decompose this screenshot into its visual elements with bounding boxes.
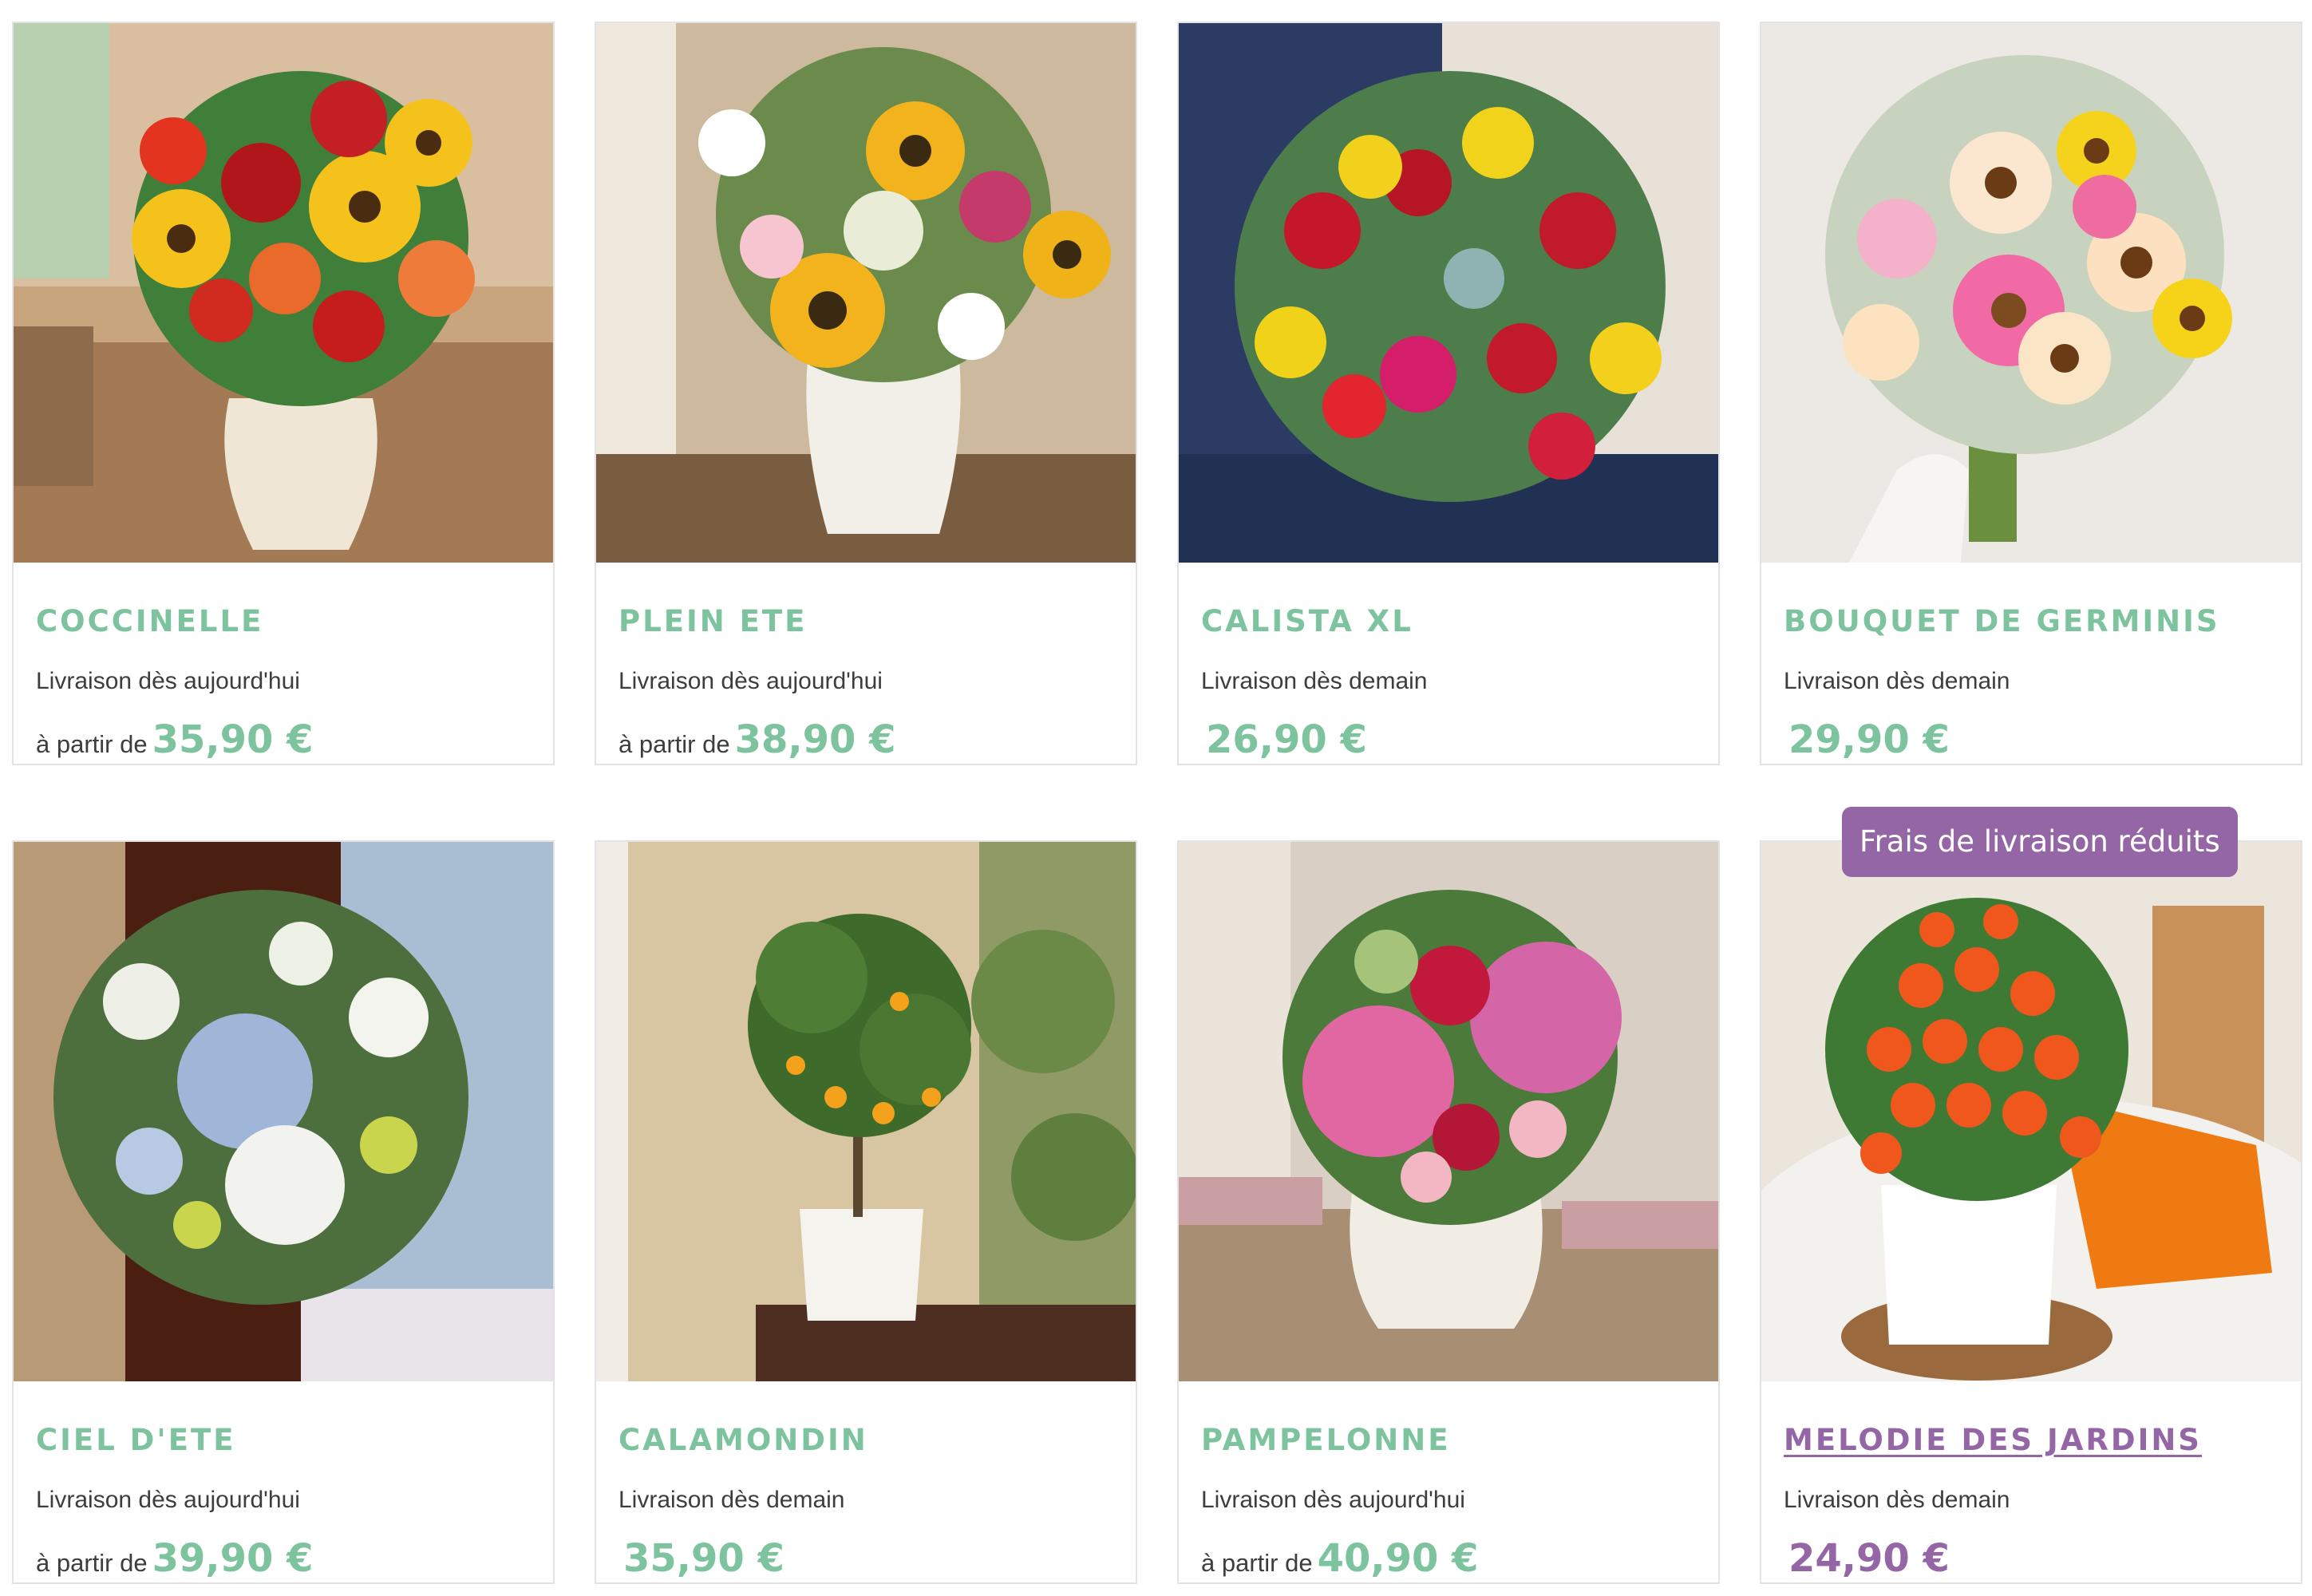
product-name[interactable]: COCCINELLE <box>36 604 263 638</box>
delivery-info: Livraison dès demain <box>1784 668 2010 694</box>
product-price: 40,90 € <box>1317 1536 1479 1581</box>
price-row: à partir de 40,90 € <box>1201 1536 1479 1581</box>
product-price: 38,90 € <box>734 717 896 762</box>
delivery-info: Livraison dès demain <box>1784 1487 2010 1513</box>
product-card-calista-xl[interactable]: CALISTA XL Livraison dès demain 26,90 € <box>1177 22 1720 765</box>
reduced-delivery-badge: Frais de livraison réduits <box>1842 807 2238 877</box>
bouquet-photo-icon <box>14 23 553 563</box>
product-card-ciel-d-ete[interactable]: CIEL D'ETE Livraison dès aujourd'hui à p… <box>12 840 555 1584</box>
product-image[interactable] <box>1179 842 1718 1381</box>
product-price: 39,90 € <box>152 1536 314 1581</box>
product-price: 26,90 € <box>1206 717 1367 762</box>
price-prefix: à partir de <box>36 730 148 758</box>
product-image[interactable] <box>1761 23 2301 563</box>
bouquet-photo-icon <box>1761 842 2301 1381</box>
product-name[interactable]: CIEL D'ETE <box>36 1423 235 1457</box>
price-prefix: à partir de <box>1201 1549 1313 1577</box>
product-price: 35,90 € <box>623 1536 784 1581</box>
product-name[interactable]: BOUQUET DE GERMINIS <box>1784 604 2220 638</box>
product-card-melodie-des-jardins[interactable]: MELODIE DES JARDINS Livraison dès demain… <box>1760 840 2302 1584</box>
product-image[interactable] <box>14 842 553 1381</box>
price-prefix: à partir de <box>619 730 730 758</box>
price-row: 24,90 € <box>1784 1536 1950 1581</box>
delivery-info: Livraison dès aujourd'hui <box>1201 1487 1465 1513</box>
bouquet-photo-icon <box>596 23 1136 563</box>
product-card-bouquet-de-germinis[interactable]: BOUQUET DE GERMINIS Livraison dès demain… <box>1760 22 2302 765</box>
price-row: à partir de 35,90 € <box>36 717 314 762</box>
product-price: 35,90 € <box>152 717 314 762</box>
delivery-info: Livraison dès aujourd'hui <box>36 668 300 694</box>
product-card-calamondin[interactable]: CALAMONDIN Livraison dès demain 35,90 € <box>595 840 1137 1584</box>
product-card-plein-ete[interactable]: PLEIN ETE Livraison dès aujourd'hui à pa… <box>595 22 1137 765</box>
product-name[interactable]: CALISTA XL <box>1201 604 1413 638</box>
product-image[interactable] <box>1761 842 2301 1381</box>
price-prefix: à partir de <box>36 1549 148 1577</box>
delivery-info: Livraison dès aujourd'hui <box>36 1487 300 1513</box>
product-image[interactable] <box>596 23 1136 563</box>
product-name[interactable]: PLEIN ETE <box>619 604 807 638</box>
bouquet-photo-icon <box>1179 842 1718 1381</box>
product-image[interactable] <box>14 23 553 563</box>
product-image[interactable] <box>596 842 1136 1381</box>
delivery-info: Livraison dès demain <box>619 1487 845 1513</box>
bouquet-photo-icon <box>1179 23 1718 563</box>
bouquet-photo-icon <box>14 842 553 1381</box>
price-row: 26,90 € <box>1201 717 1367 762</box>
price-row: 29,90 € <box>1784 717 1950 762</box>
delivery-info: Livraison dès demain <box>1201 668 1428 694</box>
product-card-pampelonne[interactable]: PAMPELONNE Livraison dès aujourd'hui à p… <box>1177 840 1720 1584</box>
product-card-coccinelle[interactable]: COCCINELLE Livraison dès aujourd'hui à p… <box>12 22 555 765</box>
product-price: 24,90 € <box>1788 1536 1950 1581</box>
product-name[interactable]: MELODIE DES JARDINS <box>1784 1423 2202 1457</box>
product-name[interactable]: CALAMONDIN <box>619 1423 868 1457</box>
bouquet-photo-icon <box>1761 23 2301 563</box>
price-row: 35,90 € <box>619 1536 784 1581</box>
price-row: à partir de 39,90 € <box>36 1536 314 1581</box>
product-price: 29,90 € <box>1788 717 1950 762</box>
price-row: à partir de 38,90 € <box>619 717 896 762</box>
delivery-info: Livraison dès aujourd'hui <box>619 668 883 694</box>
product-image[interactable] <box>1179 23 1718 563</box>
citrus-tree-photo-icon <box>596 842 1136 1381</box>
product-name[interactable]: PAMPELONNE <box>1201 1423 1451 1457</box>
